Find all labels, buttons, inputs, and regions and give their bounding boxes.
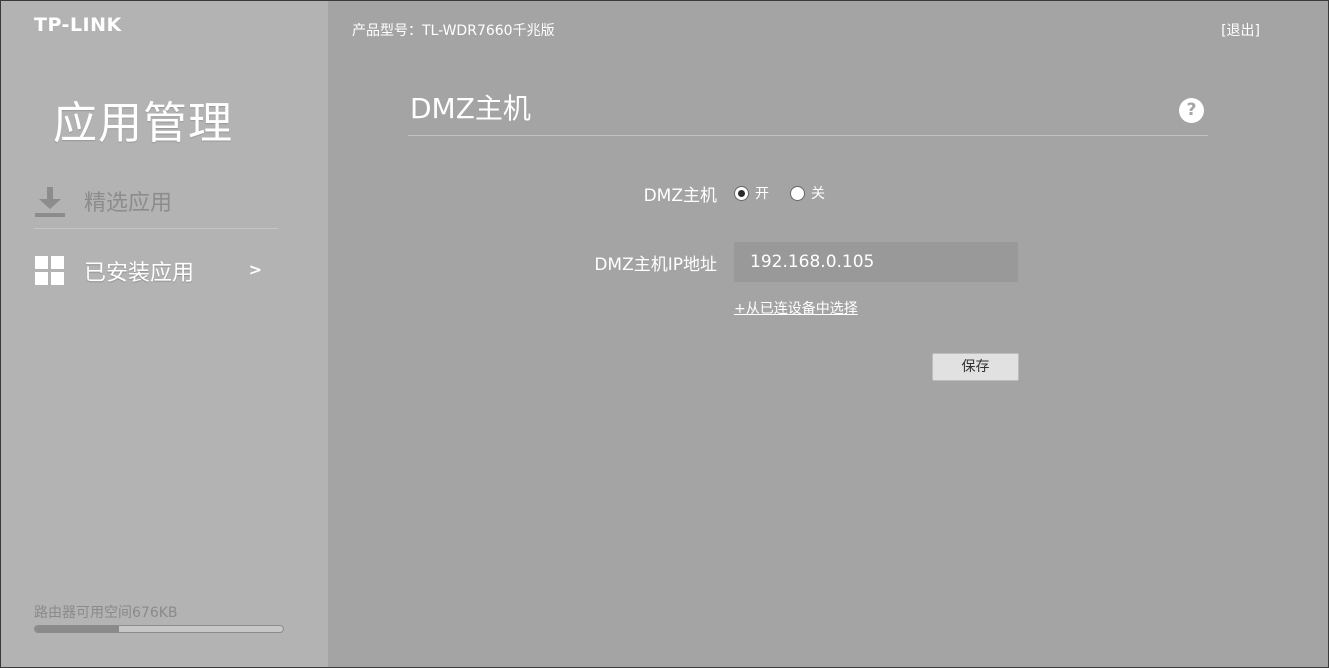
title-divider: [408, 135, 1208, 136]
sidebar-item-label: 精选应用: [84, 190, 173, 216]
dmz-on-radio[interactable]: 开: [734, 183, 769, 203]
app-window: TP-LINK 应用管理 精选应用 已安装应用 > 路由器可用空间676KB 产…: [0, 0, 1329, 668]
radio-checked-icon: [734, 185, 749, 201]
radio-off-label: 关: [811, 186, 825, 202]
storage-progress-fill: [35, 626, 120, 632]
radio-unchecked-icon: [790, 185, 805, 201]
dmz-ip-label: DMZ主机IP地址: [594, 255, 717, 275]
chevron-right-icon: >: [248, 260, 262, 279]
save-button[interactable]: 保存: [932, 353, 1019, 381]
product-model: 产品型号：TL-WDR7660千兆版: [352, 23, 555, 39]
storage-label: 路由器可用空间676KB: [34, 605, 178, 621]
sidebar-item-featured-apps[interactable]: 精选应用: [34, 173, 278, 229]
tp-link-logo: TP-LINK: [34, 14, 122, 36]
dmz-toggle-label: DMZ主机: [643, 186, 717, 206]
download-icon: [34, 185, 66, 217]
sidebar: TP-LINK 应用管理 精选应用 已安装应用 > 路由器可用空间676KB: [1, 1, 328, 667]
page-title: DMZ主机: [410, 92, 531, 125]
dmz-ip-input[interactable]: [734, 242, 1018, 282]
pick-device-link[interactable]: +从已连设备中选择: [734, 298, 858, 318]
grid-icon: [34, 255, 66, 287]
sidebar-item-installed-apps[interactable]: 已安装应用 >: [34, 243, 278, 299]
dmz-off-radio[interactable]: 关: [790, 183, 825, 203]
main-panel: 产品型号：TL-WDR7660千兆版 [退出] DMZ主机 ? DMZ主机 开 …: [328, 1, 1328, 667]
logout-link[interactable]: [退出]: [1221, 20, 1260, 40]
sidebar-item-label: 已安装应用: [84, 261, 195, 286]
storage-progress-bar: [34, 625, 284, 633]
question-icon[interactable]: ?: [1179, 98, 1204, 123]
sidebar-title: 应用管理: [53, 98, 233, 149]
radio-on-label: 开: [755, 186, 769, 202]
